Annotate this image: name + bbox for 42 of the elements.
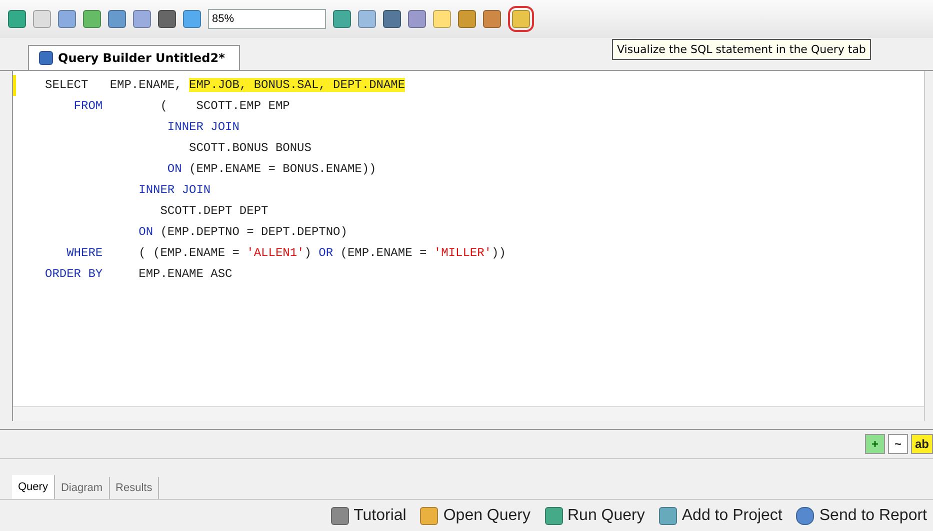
- code-line: WHERE ( (EMP.ENAME = 'ALLEN1') OR (EMP.ENAME = 'MILLER')): [66, 245, 507, 262]
- toolbar-icon[interactable]: [483, 10, 501, 28]
- toolbar-icon[interactable]: [108, 10, 126, 28]
- action-link[interactable]: Open Query: [420, 506, 530, 524]
- code-line: ORDER BY EMP.ENAME ASC: [44, 266, 234, 283]
- toolbar-icon[interactable]: [433, 10, 451, 28]
- toolbar-icon[interactable]: [33, 10, 51, 28]
- tooltip: Visualize the SQL statement in the Query tab: [612, 39, 871, 60]
- toolbar-icon[interactable]: [58, 10, 76, 28]
- toolbar-icon[interactable]: [133, 10, 151, 28]
- toolbar-icon[interactable]: [458, 10, 476, 28]
- format-button[interactable]: ~: [888, 434, 908, 454]
- view-tab[interactable]: Results: [110, 477, 160, 499]
- format-button[interactable]: ab: [910, 434, 933, 454]
- visualize-button[interactable]: [508, 6, 534, 32]
- action-link[interactable]: Run Query: [544, 506, 645, 524]
- action-link[interactable]: Send to Report: [796, 506, 927, 524]
- toolbar-icon[interactable]: [83, 10, 101, 28]
- toolbar-icon[interactable]: [333, 10, 351, 28]
- view-tab[interactable]: Diagram: [54, 477, 110, 499]
- toolbar-icon[interactable]: [183, 10, 201, 28]
- code-line: INNER JOIN: [166, 119, 240, 136]
- format-button[interactable]: +: [864, 434, 885, 454]
- view-tab[interactable]: Query: [12, 475, 55, 499]
- toolbar-icon[interactable]: [358, 10, 376, 28]
- horizontal-scrollbar[interactable]: [13, 406, 924, 421]
- document-tab[interactable]: Query Builder Untitled2*: [28, 45, 240, 70]
- sql-editor[interactable]: [12, 71, 925, 421]
- toolbar-icon[interactable]: [408, 10, 426, 28]
- toolbar-icon[interactable]: [8, 10, 26, 28]
- code-line: SCOTT.DEPT DEPT: [159, 203, 270, 220]
- toolbar-icon[interactable]: [158, 10, 176, 28]
- code-line: FROM ( SCOTT.EMP EMP: [72, 98, 291, 115]
- action-link[interactable]: Add to Project: [658, 506, 782, 524]
- action-link[interactable]: Tutorial: [330, 506, 406, 524]
- code-line: ON (EMP.ENAME = BONUS.ENAME)): [166, 161, 378, 178]
- code-line: SELECT EMP.ENAME, EMP.JOB, BONUS.SAL, DEPT.DNAME: [13, 75, 924, 96]
- zoom-field[interactable]: 85%: [208, 9, 326, 29]
- toolbar-icon[interactable]: [383, 10, 401, 28]
- code-line: SCOTT.BONUS BONUS: [188, 140, 312, 157]
- code-line: INNER JOIN: [138, 182, 212, 199]
- code-line: ON (EMP.DEPTNO = DEPT.DEPTNO): [138, 224, 348, 241]
